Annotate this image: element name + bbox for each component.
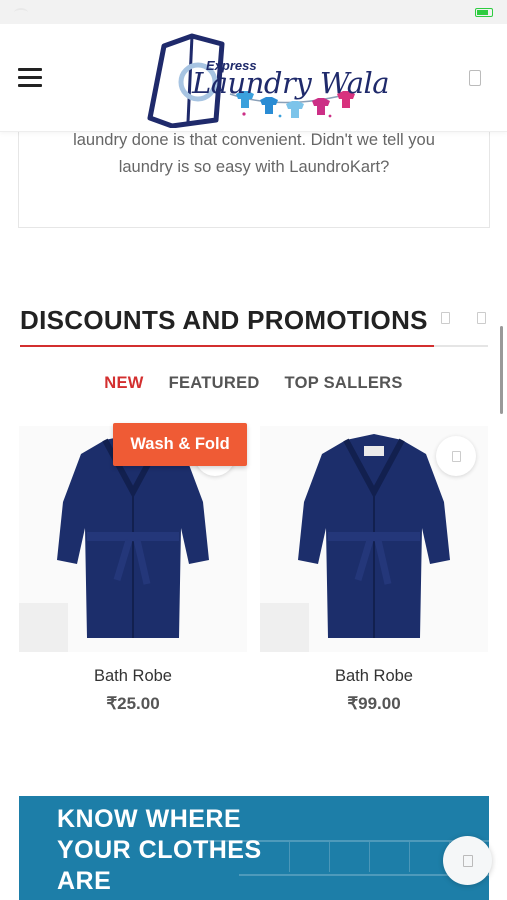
tab-top-sellers[interactable]: TOP SALLERS	[284, 374, 402, 393]
product-card[interactable]: Bath Robe ₹25.00	[19, 426, 247, 714]
cart-icon[interactable]	[469, 70, 481, 86]
tab-featured[interactable]: FEATURED	[169, 374, 260, 393]
category-badge[interactable]: Wash & Fold	[113, 423, 247, 466]
chat-icon	[462, 854, 473, 867]
about-text-line2: laundry is so easy with LaundroKart?	[118, 158, 390, 176]
carousel-prev-icon[interactable]	[441, 312, 450, 324]
bath-robe-image	[298, 434, 450, 638]
signal-icon	[14, 7, 28, 17]
heart-icon	[451, 450, 461, 462]
section-title: DISCOUNTS AND PROMOTIONS	[20, 305, 428, 335]
product-image[interactable]	[260, 426, 488, 652]
thumbnail-placeholder	[19, 603, 68, 652]
status-bar	[0, 0, 507, 24]
app-header: Express Laundry Wala	[0, 24, 507, 132]
banner-line2: YOUR CLOTHES	[57, 836, 262, 864]
product-price: ₹99.00	[347, 694, 401, 713]
carousel-next-icon[interactable]	[477, 312, 486, 324]
about-text: laundry done is that convenient. Didn't …	[19, 127, 489, 181]
banner-heading: KNOW WHERE YOUR CLOTHES ARE	[57, 804, 262, 897]
tracking-banner[interactable]: KNOW WHERE YOUR CLOTHES ARE	[19, 796, 489, 900]
menu-icon[interactable]	[18, 68, 42, 88]
logo-brand-name: Laundry Wala	[192, 66, 390, 100]
thumbnail-placeholder	[260, 603, 309, 652]
product-card[interactable]: Bath Robe ₹99.00	[260, 426, 488, 714]
tab-new[interactable]: NEW	[104, 374, 143, 393]
banner-line1: KNOW WHERE	[57, 805, 242, 833]
product-price: ₹25.00	[106, 694, 160, 713]
product-name[interactable]: Bath Robe	[19, 667, 247, 686]
about-text-line1: laundry done is that convenient. Didn't …	[73, 131, 435, 149]
scrollbar[interactable]	[500, 326, 503, 414]
chat-button[interactable]	[443, 836, 492, 885]
logo[interactable]: Express Laundry Wala	[144, 30, 390, 128]
banner-line3: ARE	[57, 867, 112, 895]
wishlist-button[interactable]	[436, 436, 476, 476]
battery-icon	[475, 7, 493, 17]
product-tabs: NEW FEATURED TOP SALLERS	[0, 374, 507, 393]
section-divider	[20, 345, 488, 347]
product-name[interactable]: Bath Robe	[260, 667, 488, 686]
